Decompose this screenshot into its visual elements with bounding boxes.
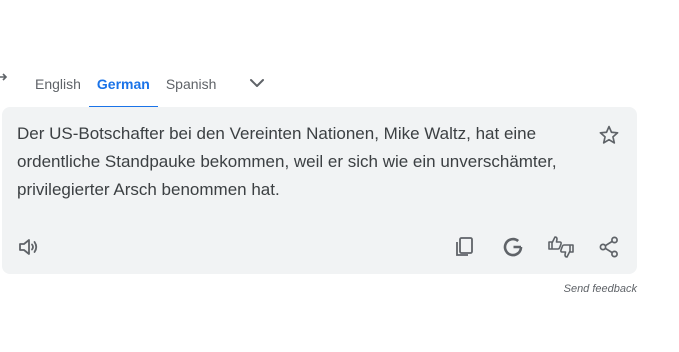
tab-label: Spanish: [165, 76, 217, 92]
chevron-down-icon[interactable]: [245, 73, 269, 93]
swap-arrows-icon[interactable]: [0, 72, 8, 90]
translated-text: Der US-Botschafter bei den Vereinten Nat…: [17, 124, 557, 199]
share-icon[interactable]: [597, 235, 621, 259]
thumbs-rating-icon[interactable]: [547, 234, 575, 260]
copy-icon[interactable]: [453, 235, 477, 259]
tab-spanish[interactable]: Spanish: [158, 66, 225, 108]
tab-english[interactable]: English: [27, 66, 89, 108]
tab-label: English: [35, 76, 81, 92]
speaker-icon[interactable]: [17, 235, 41, 259]
star-icon[interactable]: [598, 124, 620, 146]
tab-label: German: [96, 76, 150, 92]
translation-output-card: Der US-Botschafter bei den Vereinten Nat…: [2, 107, 637, 274]
tab-german[interactable]: German: [88, 66, 158, 108]
send-feedback-link[interactable]: Send feedback: [564, 283, 637, 295]
target-language-tabs: English German Spanish: [27, 66, 224, 108]
google-g-icon[interactable]: [501, 235, 525, 259]
